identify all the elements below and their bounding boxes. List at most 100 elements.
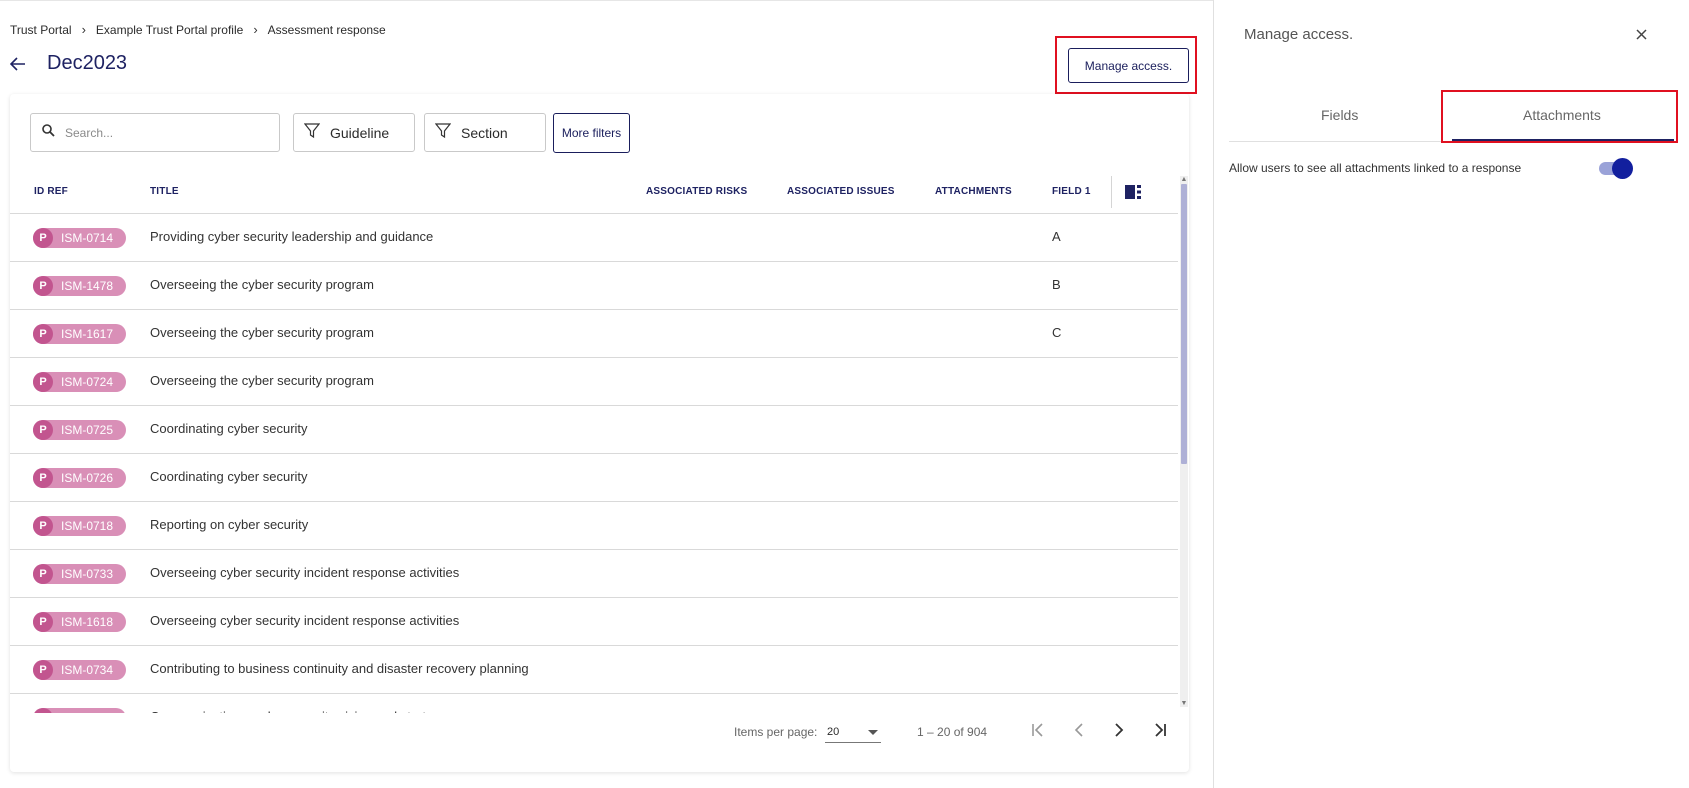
table-row[interactable]: P ISM-0726 Coordinating cyber security (10, 453, 1178, 501)
badge-letter: P (33, 468, 53, 488)
close-icon[interactable] (1631, 24, 1651, 44)
first-page-icon[interactable] (1028, 719, 1050, 741)
badge-letter: P (33, 276, 53, 296)
table-row[interactable]: P ISM-1478 Overseeing the cyber security p… (10, 261, 1178, 309)
row-field-1: B (1052, 277, 1061, 292)
row-title: Coordinating cyber security (150, 469, 308, 484)
table-row[interactable]: P ISM-0718 Reporting on cyber security (10, 501, 1178, 549)
id-ref-badge[interactable]: P ISM-0714 (33, 228, 126, 248)
table-body: P ISM-0714 Providing cyber security leader… (10, 213, 1178, 713)
badge-letter: P (33, 324, 53, 344)
badge-letter: P (33, 660, 53, 680)
column-header-title[interactable]: TITLE (150, 186, 179, 197)
toggle-knob (1612, 158, 1633, 179)
scroll-down-icon[interactable]: ▼ (1180, 700, 1188, 708)
id-ref-badge[interactable]: P ISM-0726 (33, 468, 126, 488)
filter-icon (303, 123, 321, 142)
badge-letter: P (33, 372, 53, 392)
id-ref-value: ISM-1617 (61, 327, 114, 341)
badge-letter: P (33, 708, 53, 713)
id-ref-badge[interactable]: P ISM-1618 (33, 612, 126, 632)
dropdown-caret-icon (868, 730, 878, 735)
id-ref-value: ISM-0714 (61, 231, 114, 245)
table-header: ID REF TITLE ASSOCIATED RISKS ASSOCIATED… (10, 186, 1178, 214)
filter-icon (434, 123, 452, 142)
column-header-attachments[interactable]: ATTACHMENTS (935, 186, 1012, 197)
column-settings-icon[interactable] (1125, 185, 1141, 204)
page-range-label: 1 – 20 of 904 (917, 725, 988, 739)
id-ref-value: ISM-0733 (61, 567, 114, 581)
search-input[interactable] (65, 125, 255, 140)
id-ref-badge[interactable]: P ISM-0725 (33, 420, 126, 440)
id-ref-value: ISM-0718 (61, 519, 114, 533)
id-ref-badge[interactable]: P ISM-0720 (33, 708, 126, 713)
chevron-right-icon: › (81, 22, 86, 37)
row-title: Contributing to business continuity and … (150, 661, 529, 676)
active-tab-indicator (1452, 139, 1674, 141)
badge-letter: P (33, 564, 53, 584)
column-header-id-ref[interactable]: ID REF (34, 186, 68, 197)
id-ref-badge[interactable]: P ISM-1478 (33, 276, 126, 296)
id-ref-badge[interactable]: P ISM-0733 (33, 564, 126, 584)
table-row[interactable]: P ISM-0725 Coordinating cyber security (10, 405, 1178, 453)
badge-letter: P (33, 420, 53, 440)
items-per-page-label: Items per page: (734, 725, 818, 739)
table-row[interactable]: P ISM-0724 Overseeing the cyber security p… (10, 357, 1178, 405)
guideline-filter-label: Guideline (330, 124, 390, 141)
items-per-page-value: 20 (827, 726, 840, 738)
tabs-divider (1229, 141, 1674, 142)
scroll-up-icon[interactable]: ▲ (1180, 176, 1188, 184)
tab-attachments[interactable]: Attachments (1523, 107, 1601, 123)
tab-fields[interactable]: Fields (1321, 107, 1358, 123)
section-filter-button[interactable]: Section (424, 113, 546, 152)
id-ref-value: ISM-0720 (61, 711, 113, 713)
next-page-icon[interactable] (1108, 719, 1130, 741)
id-ref-badge[interactable]: P ISM-0724 (33, 372, 126, 392)
row-title: Overseeing the cyber security program (150, 325, 374, 340)
more-filters-button[interactable]: More filters (553, 113, 630, 153)
table-row[interactable]: P ISM-0720 Communicating a cyber security … (10, 693, 1178, 713)
id-ref-value: ISM-0734 (61, 663, 114, 677)
column-header-associated-issues[interactable]: ASSOCIATED ISSUES (787, 186, 895, 197)
id-ref-value: ISM-0726 (61, 471, 114, 485)
table-row[interactable]: P ISM-0734 Contributing to business contin… (10, 645, 1178, 693)
manage-access-button[interactable]: Manage access. (1068, 48, 1189, 83)
items-per-page-select[interactable]: 20 (825, 721, 881, 743)
column-header-associated-risks[interactable]: ASSOCIATED RISKS (646, 186, 747, 197)
search-icon (42, 123, 55, 142)
id-ref-value: ISM-1618 (61, 615, 114, 629)
table-row[interactable]: P ISM-0733 Overseeing cyber security incid… (10, 549, 1178, 597)
breadcrumb-assessment-response: Assessment response (267, 22, 386, 37)
table-row[interactable]: P ISM-1617 Overseeing the cyber security p… (10, 309, 1178, 357)
id-ref-badge[interactable]: P ISM-0734 (33, 660, 126, 680)
scrollbar-thumb[interactable] (1181, 184, 1187, 464)
row-title: Communicating a cyber security vision an… (150, 709, 447, 713)
table-row[interactable]: P ISM-0714 Providing cyber security leader… (10, 213, 1178, 261)
row-title: Providing cyber security leadership and … (150, 229, 434, 244)
chevron-right-icon: › (253, 22, 258, 37)
row-field-1: C (1052, 325, 1062, 340)
id-ref-value: ISM-0725 (61, 423, 114, 437)
badge-letter: P (33, 612, 53, 632)
table-row[interactable]: P ISM-1618 Overseeing cyber security incid… (10, 597, 1178, 645)
section-filter-label: Section (461, 124, 508, 141)
back-arrow-icon[interactable] (8, 54, 28, 74)
row-title: Overseeing the cyber security program (150, 277, 374, 292)
row-title: Reporting on cyber security (150, 517, 309, 532)
guideline-filter-button[interactable]: Guideline (293, 113, 415, 152)
id-ref-value: ISM-1478 (61, 279, 114, 293)
column-header-field-1[interactable]: FIELD 1 (1052, 186, 1091, 197)
breadcrumb-profile[interactable]: Example Trust Portal profile (96, 23, 243, 37)
id-ref-badge[interactable]: P ISM-1617 (33, 324, 126, 344)
last-page-icon[interactable] (1148, 719, 1170, 741)
id-ref-badge[interactable]: P ISM-0718 (33, 516, 126, 536)
id-ref-value: ISM-0724 (61, 375, 114, 389)
row-title: Overseeing cyber security incident respo… (150, 565, 460, 580)
badge-letter: P (33, 228, 53, 248)
header-divider (1111, 176, 1112, 208)
panel-title: Manage access. (1244, 26, 1354, 43)
previous-page-icon[interactable] (1068, 719, 1090, 741)
allow-attachments-toggle[interactable] (1597, 158, 1633, 179)
allow-attachments-label: Allow users to see all attachments linke… (1229, 161, 1522, 175)
breadcrumb-trust-portal[interactable]: Trust Portal (10, 23, 72, 37)
